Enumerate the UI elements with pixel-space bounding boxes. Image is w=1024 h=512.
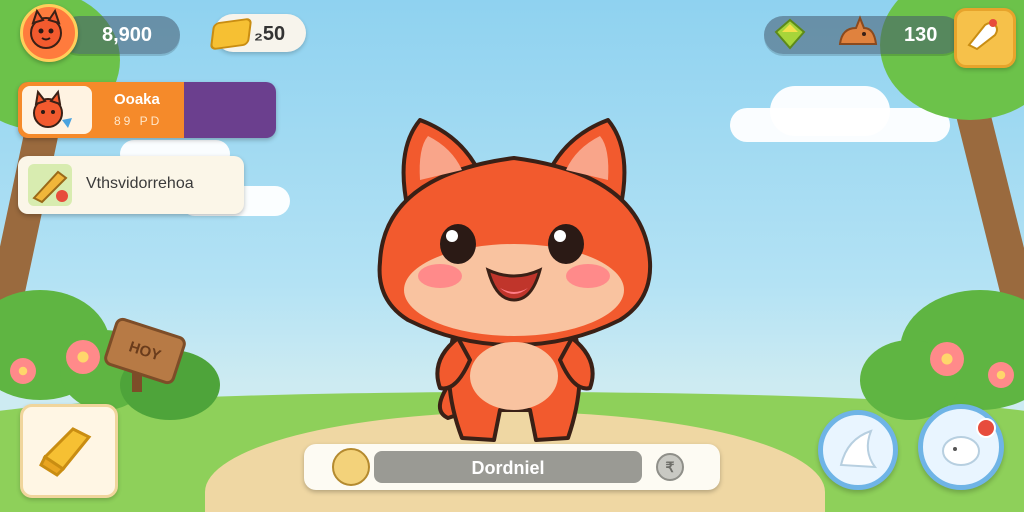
notification-badge xyxy=(976,418,996,438)
coins-value: 8,900 xyxy=(102,24,153,46)
quest-subtitle: 89 PD xyxy=(114,114,163,128)
pet-portrait-icon xyxy=(332,448,370,486)
attack-button[interactable] xyxy=(818,410,898,490)
gold-value: ₂50 xyxy=(254,23,286,45)
fox-silhouette-icon xyxy=(838,15,878,45)
player-avatar-icon[interactable] xyxy=(20,4,78,62)
task-card[interactable]: Vthsvidorrehoa xyxy=(18,156,244,214)
quest-title: Ooaka xyxy=(114,91,160,108)
scoop-icon xyxy=(967,19,998,51)
green-gem-icon[interactable] xyxy=(770,14,810,54)
feed-button[interactable] xyxy=(20,404,118,498)
coin-symbol: ₹ xyxy=(665,458,675,475)
feed-bag-icon xyxy=(39,427,92,477)
settings-button[interactable] xyxy=(954,8,1016,68)
paw-swipe-icon xyxy=(839,429,878,469)
pet-profile-button[interactable] xyxy=(918,404,1004,490)
pet-name-bar: Dordniel ₹ xyxy=(304,444,720,490)
pets-value: 130 xyxy=(904,24,938,46)
pet-name-field[interactable]: Dordniel xyxy=(374,451,642,483)
task-label: Vthsvidorrehoa xyxy=(86,175,194,192)
task-icon xyxy=(28,164,72,206)
pet-name: Dordniel xyxy=(471,458,545,478)
quest-card[interactable]: Ooaka 89 PD xyxy=(18,82,276,138)
quest-fox-icon xyxy=(22,86,92,134)
fox-avatar-icon xyxy=(30,8,62,49)
rename-coin-button[interactable]: ₹ xyxy=(656,453,684,481)
